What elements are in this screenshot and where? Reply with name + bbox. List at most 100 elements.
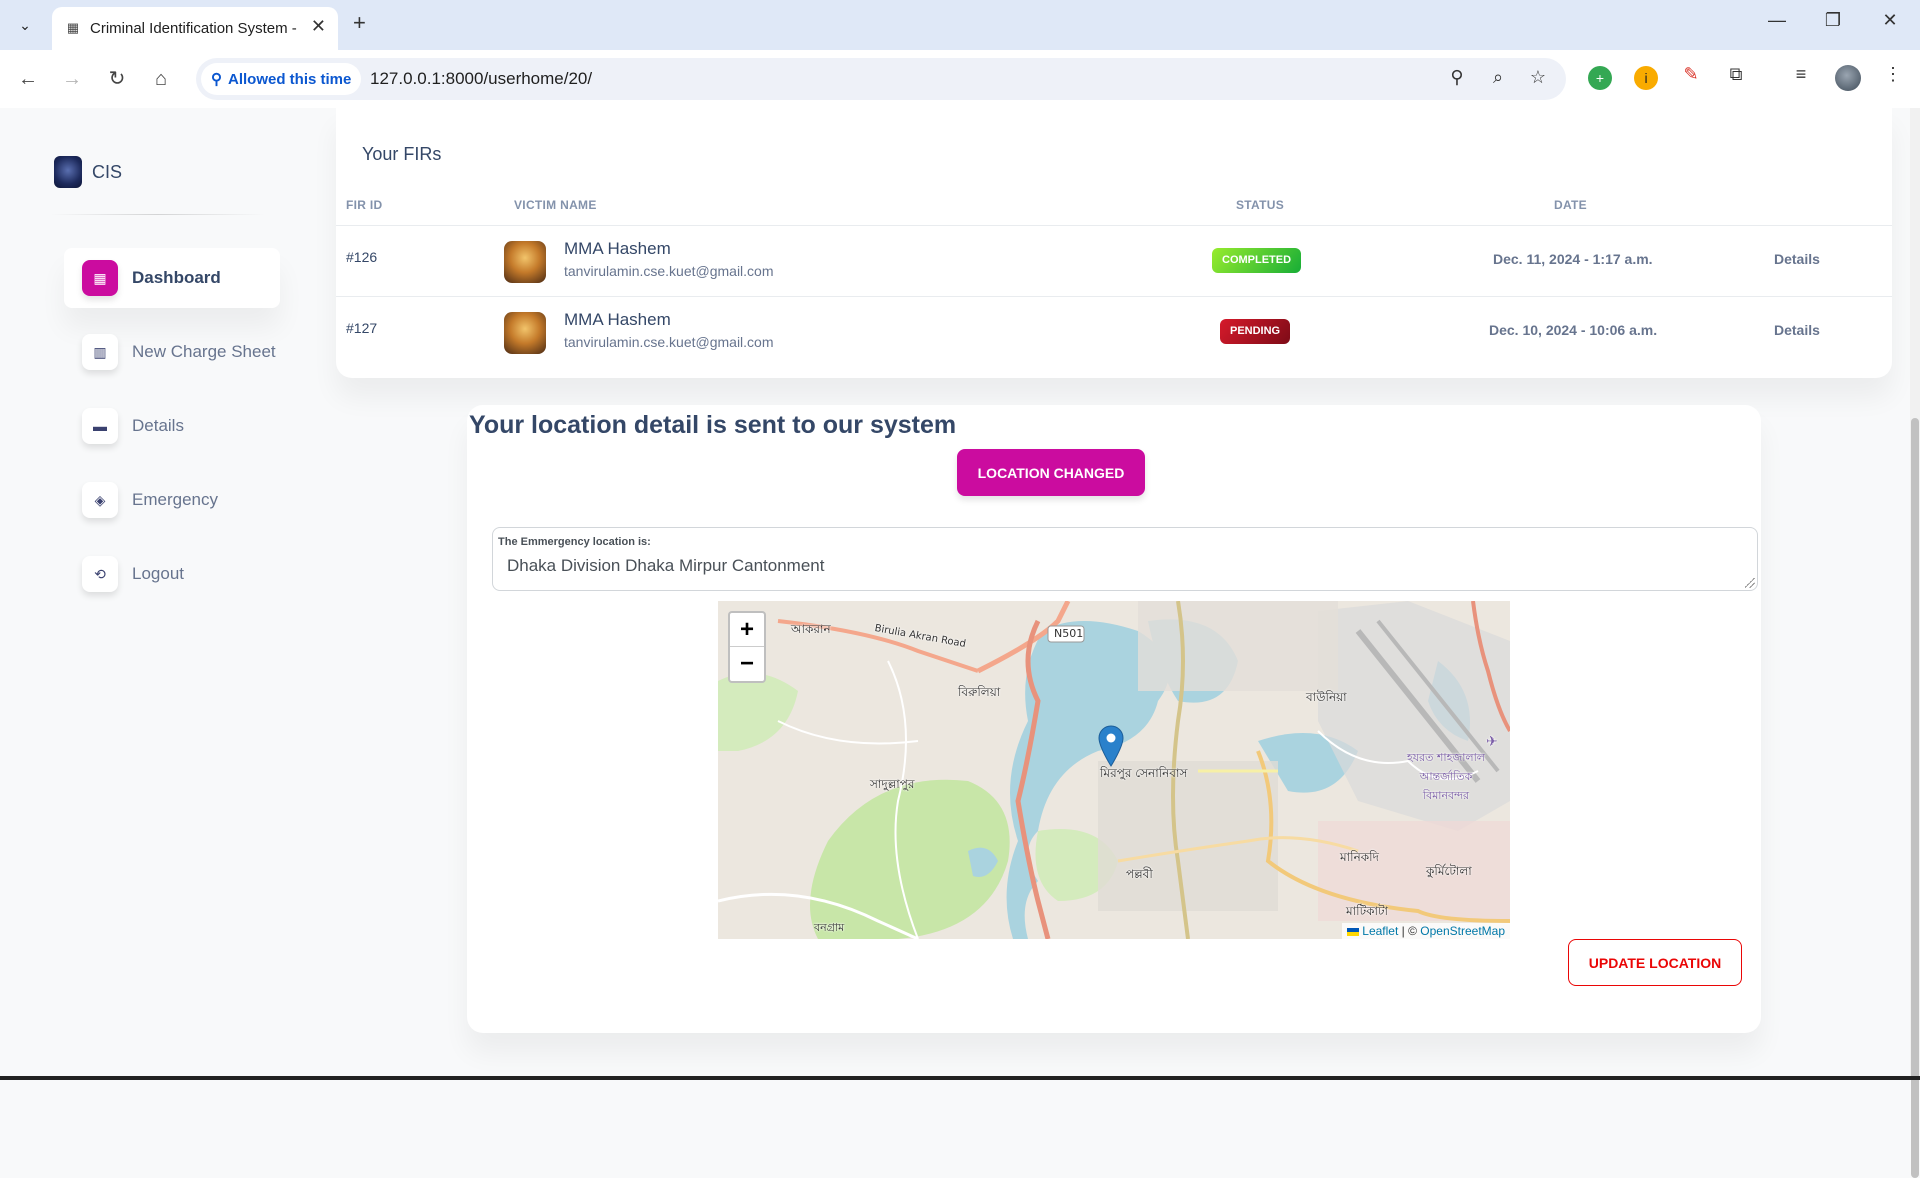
column-header-fir-id: FIR ID [346,198,383,212]
map-label: মাটিকাটা [1346,904,1389,918]
status-badge: COMPLETED [1212,248,1302,273]
pen-extension-icon[interactable]: ✎ [1678,64,1704,85]
extension-plus-icon[interactable]: + [1588,66,1612,90]
map-label-road-number: N501 [1054,627,1084,640]
column-header-date: DATE [1554,198,1587,212]
scrollbar-thumb[interactable] [1911,418,1919,1178]
ukraine-flag-icon [1346,927,1359,936]
url-text[interactable]: 127.0.0.1:8000/userhome/20/ [370,69,592,89]
page-content: CIS ▦ Dashboard ▥ New Charge Sheet ▬ Det… [0,108,1910,1076]
site-info-chip[interactable]: ⚲ Allowed this time [201,63,362,95]
map-label: সাদুল্লাপুর [870,777,915,791]
tab-list-chevron-icon[interactable]: ⌄ [10,10,40,40]
resize-handle-icon[interactable] [1745,578,1755,588]
browser-menu-icon[interactable]: ⋮ [1880,64,1906,85]
reload-icon[interactable]: ↻ [103,65,131,93]
browser-tab[interactable]: ▦ Criminal Identification System - ✕ [52,7,338,50]
site-permission-text: Allowed this time [228,70,352,88]
sidebar-divider [50,214,265,215]
column-header-victim-name: VICTIM NAME [514,198,597,212]
victim-name: MMA Hashem [564,239,671,258]
shop-icon: ▦ [82,260,118,296]
table-row: #127 MMA Hashem tanvirulamin.cse.kuet@gm… [336,298,1892,368]
fir-card: Your FIRs FIR ID VICTIM NAME STATUS DATE… [336,108,1892,378]
location-heading: Your location detail is sent to our syst… [469,411,957,439]
victim-email: tanvirulamin.cse.kuet@gmail.com [564,263,774,279]
map-label: আকরান [791,622,831,636]
sidebar-item-label: New Charge Sheet [132,342,276,361]
media-control-icon[interactable]: ≡ [1788,64,1814,85]
emergency-location-field[interactable]: The Emmergency location is: Dhaka Divisi… [492,527,1758,591]
zoom-in-button[interactable]: + [730,613,764,647]
home-icon[interactable]: ⌂ [147,65,175,93]
restore-icon[interactable]: ❐ [1818,10,1848,31]
fir-date: Dec. 10, 2024 - 10:06 a.m. [1489,322,1658,338]
location-pin-icon: ⚲ [211,71,222,88]
map-label: মানিকদি [1340,850,1379,864]
sidebar-item-details[interactable]: ▬ Details [64,396,280,456]
sidebar-item-label: Logout [132,564,184,583]
table-divider [336,225,1892,226]
openstreetmap-link[interactable]: OpenStreetMap [1420,924,1505,938]
details-link[interactable]: Details [1774,322,1820,338]
sidebar-item-logout[interactable]: ⟲ Logout [64,544,280,604]
bookmark-star-icon[interactable]: ☆ [1526,67,1550,88]
location-marker-icon[interactable] [1098,725,1124,767]
location-changed-button[interactable]: LOCATION CHANGED [957,449,1145,496]
location-icon[interactable]: ⚲ [1445,67,1469,88]
sidebar-item-emergency[interactable]: ◈ Emergency [64,470,280,530]
leaflet-link[interactable]: Leaflet [1362,924,1398,938]
new-tab-icon[interactable]: + [353,10,366,36]
sidebar-item-dashboard[interactable]: ▦ Dashboard [64,248,280,308]
address-bar[interactable]: ⚲ Allowed this time 127.0.0.1:8000/userh… [196,58,1566,100]
map-label: বনগ্রাম [814,921,845,934]
zoom-out-button[interactable]: − [730,647,764,681]
details-link[interactable]: Details [1774,251,1820,267]
tab-title: Criminal Identification System - [90,20,297,37]
window-bottom-edge [0,1076,1920,1080]
airport-icon: ✈ [1486,734,1498,750]
page-scrollbar[interactable] [1910,108,1920,1178]
fir-card-title: Your FIRs [362,144,442,164]
box-icon: ◈ [82,482,118,518]
map-label: বাউনিয়া [1306,690,1347,704]
update-location-button[interactable]: UPDATE LOCATION [1568,939,1742,986]
location-map[interactable]: N501 আকরান Birulia Akran Road বিরুলিয়া … [718,601,1510,939]
map-label: পল্লবী [1126,867,1153,881]
victim-name: MMA Hashem [564,310,671,329]
browser-toolbar: ← → ↻ ⌂ ⚲ Allowed this time 127.0.0.1:80… [0,50,1920,109]
close-window-icon[interactable]: ✕ [1875,10,1905,31]
column-header-status: STATUS [1236,198,1285,212]
sidebar-item-label: Emergency [132,490,218,509]
location-card: Your location detail is sent to our syst… [467,405,1761,1033]
sidebar-item-new-charge-sheet[interactable]: ▥ New Charge Sheet [64,322,280,382]
map-label: মিরপুর সেনানিবাস [1100,766,1188,780]
forward-icon[interactable]: → [58,65,86,93]
minimize-icon[interactable]: — [1762,10,1792,31]
logout-icon: ⟲ [82,556,118,592]
avatar [504,312,546,354]
sidebar-item-label: Details [132,416,184,435]
sidebar-item-label: Dashboard [132,268,221,287]
map-attribution: Leaflet | © OpenStreetMap [1341,923,1510,939]
avatar [504,241,546,283]
page-favicon-icon: ▦ [66,20,80,35]
police-badge-logo [54,156,82,188]
map-label-airport: হযরত শাহজালাল আন্তর্জাতিক বিমানবন্দর [1406,751,1485,802]
emergency-location-label: The Emmergency location is: [498,536,651,548]
table-divider [336,296,1892,297]
back-icon[interactable]: ← [14,65,42,93]
table-row: #126 MMA Hashem tanvirulamin.cse.kuet@gm… [336,227,1892,297]
office-icon: ▥ [82,334,118,370]
profile-avatar[interactable] [1835,65,1861,91]
emergency-location-value[interactable]: Dhaka Division Dhaka Mirpur Cantonment [507,556,824,576]
extension-info-icon[interactable]: i [1634,66,1658,90]
map-zoom-control: + − [728,611,766,683]
fir-id: #126 [346,249,378,265]
brand[interactable]: CIS [54,156,122,188]
browser-tab-bar: ⌄ ▦ Criminal Identification System - ✕ +… [0,0,1920,50]
extensions-puzzle-icon[interactable]: ⧉ [1723,64,1749,85]
zoom-icon[interactable]: ⌕ [1486,67,1510,88]
map-label: কুর্মিটোলা [1426,864,1472,878]
close-tab-icon[interactable]: ✕ [311,16,326,37]
